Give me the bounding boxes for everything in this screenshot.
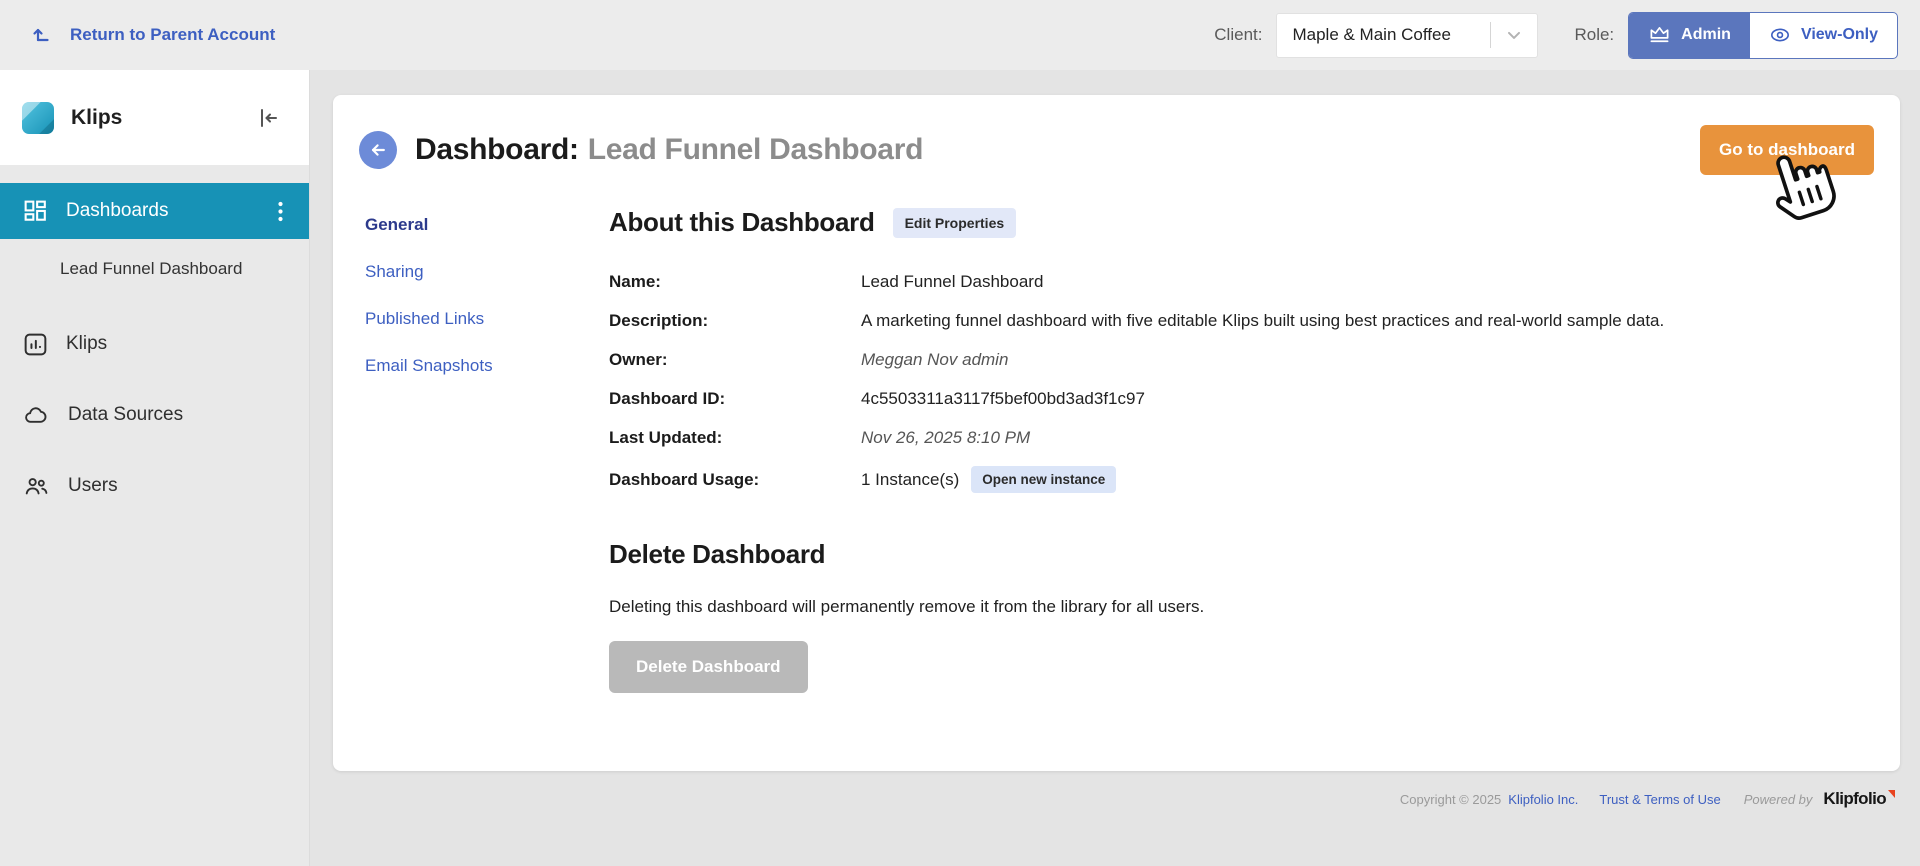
settings-nav-email-snapshots[interactable]: Email Snapshots bbox=[365, 356, 609, 376]
sidebar-item-data-sources[interactable]: Data Sources bbox=[0, 387, 309, 443]
field-value: Nov 26, 2025 8:10 PM bbox=[861, 428, 1031, 447]
usage-count: 1 Instance(s) bbox=[861, 469, 960, 489]
field-label: Last Updated: bbox=[609, 428, 723, 447]
return-to-parent-link[interactable]: Return to Parent Account bbox=[30, 23, 275, 47]
about-section-head: About this Dashboard Edit Properties bbox=[609, 207, 1874, 238]
sidebar-item-label: Users bbox=[68, 475, 118, 496]
cloud-icon bbox=[24, 404, 49, 427]
role-label: Role: bbox=[1574, 25, 1615, 44]
role-admin-label: Admin bbox=[1681, 26, 1731, 43]
sidebar-nav: Dashboards Lead Funnel Dashboard Klips D… bbox=[0, 165, 309, 514]
terms-link[interactable]: Trust & Terms of Use bbox=[1599, 792, 1720, 807]
sidebar-item-dashboards[interactable]: Dashboards bbox=[0, 183, 309, 239]
field-row-description: Description: A marketing funnel dashboar… bbox=[609, 310, 1874, 332]
sidebar-subitem-label: Lead Funnel Dashboard bbox=[60, 259, 243, 278]
field-value: 4c5503311a3117f5bef00bd3ad3f1c97 bbox=[861, 389, 1145, 408]
settings-nav: General Sharing Published Links Email Sn… bbox=[365, 207, 609, 693]
page-title: Dashboard: Lead Funnel Dashboard bbox=[415, 133, 923, 167]
return-link-label: Return to Parent Account bbox=[70, 25, 276, 44]
client-selected-value: Maple & Main Coffee bbox=[1292, 25, 1451, 44]
field-row-owner: Owner: Meggan Nov admin bbox=[609, 349, 1874, 371]
dashboards-grid-icon bbox=[24, 200, 47, 223]
go-to-dashboard-button[interactable]: Go to dashboard bbox=[1700, 125, 1874, 175]
sidebar-item-users[interactable]: Users bbox=[0, 458, 309, 514]
field-value: A marketing funnel dashboard with five e… bbox=[861, 311, 1665, 330]
open-new-instance-button[interactable]: Open new instance bbox=[971, 466, 1117, 493]
field-label: Dashboard Usage: bbox=[609, 469, 760, 489]
client-label: Client: bbox=[1214, 25, 1263, 44]
field-value: Lead Funnel Dashboard bbox=[861, 272, 1044, 291]
sidebar-item-label: Klips bbox=[66, 333, 108, 354]
dashboards-menu-icon[interactable] bbox=[274, 197, 287, 226]
role-toggle: Admin View-Only bbox=[1628, 11, 1898, 59]
eye-icon bbox=[1769, 25, 1791, 45]
field-row-dashboard-usage: Dashboard Usage: 1 Instance(s) Open new … bbox=[609, 466, 1874, 493]
sidebar: Klips Dashboards Lead Funnel Dashboard K… bbox=[0, 70, 310, 866]
back-button[interactable] bbox=[359, 131, 397, 169]
settings-nav-published-links[interactable]: Published Links bbox=[365, 309, 609, 329]
sidebar-item-label: Data Sources bbox=[68, 404, 184, 425]
settings-nav-general[interactable]: General bbox=[365, 215, 609, 235]
client-select[interactable]: Maple & Main Coffee bbox=[1276, 12, 1539, 58]
client-select-controls bbox=[1490, 14, 1537, 57]
page-title-name: Lead Funnel Dashboard bbox=[587, 133, 924, 166]
topbar-right: Client: Maple & Main Coffee Role: Admin … bbox=[1214, 11, 1898, 59]
edit-properties-button[interactable]: Edit Properties bbox=[892, 207, 1017, 238]
delete-warning-text: Deleting this dashboard will permanently… bbox=[609, 597, 1205, 616]
sidebar-item-label: Dashboards bbox=[66, 200, 169, 221]
field-label: Description: bbox=[609, 311, 709, 330]
main-area: Dashboard: Lead Funnel Dashboard Go to da… bbox=[310, 70, 1920, 866]
powered-by-text: Powered by bbox=[1743, 791, 1813, 807]
settings-nav-sharing[interactable]: Sharing bbox=[365, 262, 609, 282]
topbar: Return to Parent Account Client: Maple &… bbox=[0, 0, 1920, 70]
about-heading: About this Dashboard bbox=[609, 207, 875, 237]
field-label: Owner: bbox=[609, 350, 668, 369]
klipfolio-logo: Klipfolio bbox=[1823, 789, 1895, 809]
role-admin-button[interactable]: Admin bbox=[1629, 12, 1750, 58]
bar-chart-icon bbox=[24, 333, 47, 356]
delete-heading: Delete Dashboard bbox=[609, 539, 826, 569]
card-body: General Sharing Published Links Email Sn… bbox=[333, 199, 1900, 693]
sidebar-item-lead-funnel-dashboard[interactable]: Lead Funnel Dashboard bbox=[0, 239, 309, 301]
app-layout: Klips Dashboards Lead Funnel Dashboard K… bbox=[0, 70, 1920, 866]
return-up-icon bbox=[30, 23, 54, 47]
chevron-down-icon[interactable] bbox=[1491, 25, 1537, 45]
users-icon bbox=[24, 475, 49, 498]
crown-icon bbox=[1648, 25, 1671, 46]
arrow-left-icon bbox=[368, 140, 388, 160]
field-label: Dashboard ID: bbox=[609, 389, 726, 408]
company-link[interactable]: Klipfolio Inc. bbox=[1508, 792, 1578, 807]
field-row-name: Name: Lead Funnel Dashboard bbox=[609, 271, 1874, 293]
settings-content: About this Dashboard Edit Properties Nam… bbox=[609, 207, 1874, 693]
role-viewonly-label: View-Only bbox=[1800, 26, 1878, 43]
sidebar-brand: Klips bbox=[0, 70, 309, 165]
role-viewonly-button[interactable]: View-Only bbox=[1750, 13, 1897, 58]
card-header: Dashboard: Lead Funnel Dashboard Go to da… bbox=[333, 95, 1900, 199]
dashboard-settings-card: Dashboard: Lead Funnel Dashboard Go to da… bbox=[333, 95, 1900, 771]
delete-dashboard-button[interactable]: Delete Dashboard bbox=[609, 641, 808, 693]
footer: Copyright © 2025 Klipfolio Inc. Trust & … bbox=[333, 771, 1900, 809]
field-row-dashboard-id: Dashboard ID: 4c5503311a3117f5bef00bd3ad… bbox=[609, 388, 1874, 410]
field-value-usage: 1 Instance(s) Open new instance bbox=[861, 466, 1117, 493]
field-row-last-updated: Last Updated: Nov 26, 2025 8:10 PM bbox=[609, 427, 1874, 449]
klips-logo-icon bbox=[22, 101, 54, 134]
page-title-prefix: Dashboard: bbox=[415, 133, 579, 166]
sidebar-item-klips[interactable]: Klips bbox=[0, 316, 309, 372]
copyright-text: Copyright © 2025 bbox=[1399, 791, 1502, 807]
field-value: Meggan Nov admin bbox=[861, 350, 1009, 369]
sidebar-collapse-icon[interactable] bbox=[253, 102, 285, 134]
field-label: Name: bbox=[609, 272, 661, 291]
brand-name: Klips bbox=[71, 105, 123, 129]
